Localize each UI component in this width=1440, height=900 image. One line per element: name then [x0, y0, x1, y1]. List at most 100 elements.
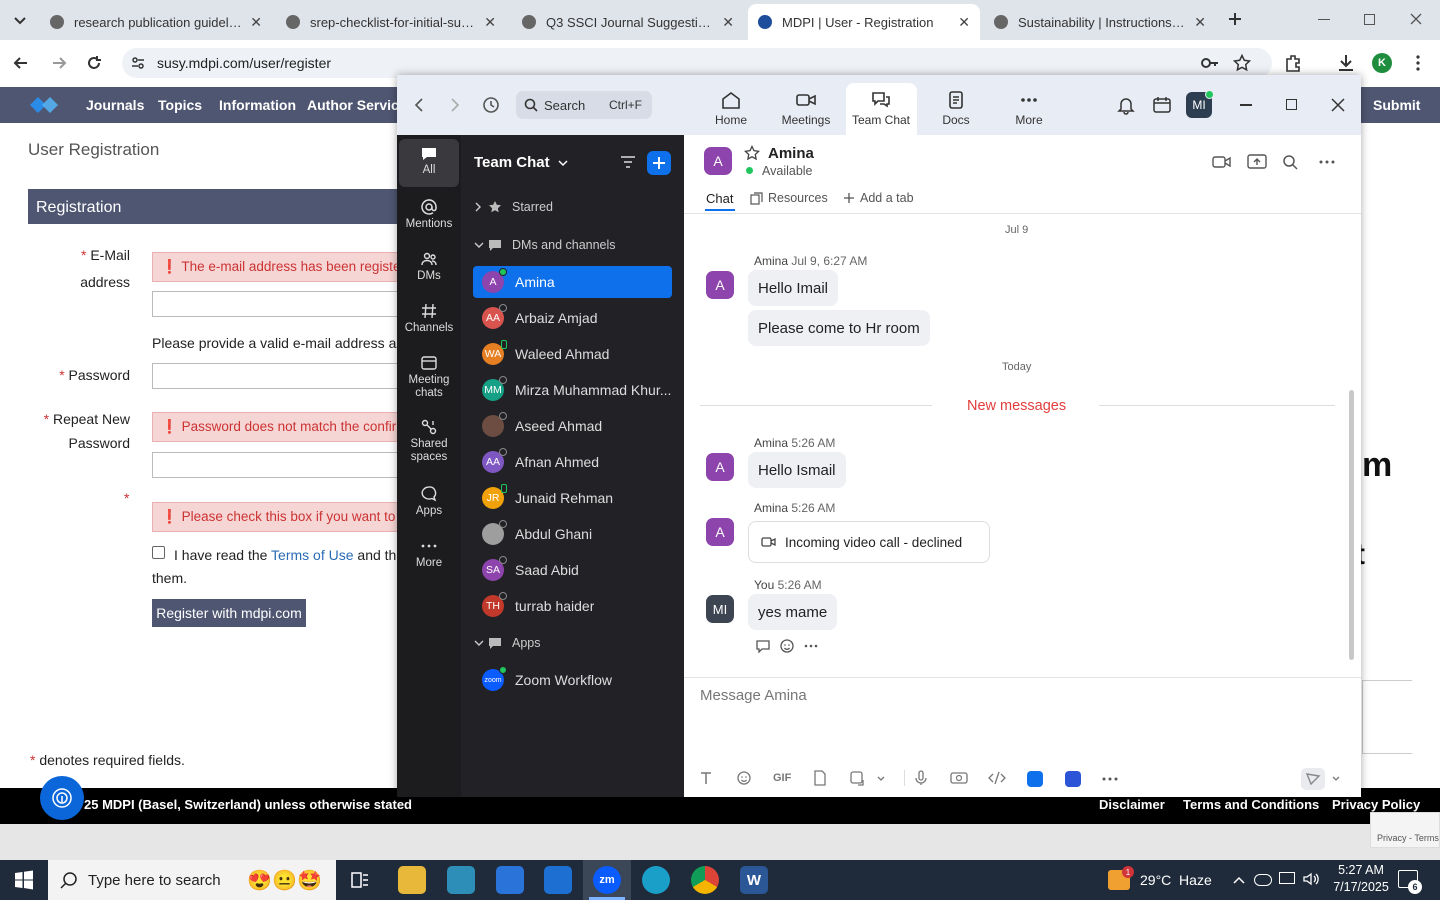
message-bubble[interactable]: Please come to Hr room — [748, 310, 930, 346]
clock-time[interactable]: 5:27 AM — [1328, 863, 1394, 877]
message-more-icon[interactable] — [804, 643, 818, 649]
topnav-meetings[interactable]: Meetings — [771, 90, 841, 127]
message-avatar[interactable]: A — [706, 271, 734, 299]
nav-information[interactable]: Information — [219, 97, 296, 113]
password-key-icon[interactable] — [1200, 55, 1220, 71]
footer-privacy[interactable]: Privacy Policy — [1332, 797, 1420, 812]
message-bubble[interactable]: Hello Ismail — [748, 452, 846, 488]
rail-meeting-chats[interactable]: Meeting chats — [399, 354, 459, 400]
url-field[interactable]: susy.mdpi.com/user/register — [122, 48, 1272, 78]
calendar-icon[interactable] — [1152, 95, 1172, 115]
topnav-docs[interactable]: Docs — [921, 90, 991, 127]
windows-start-icon[interactable] — [14, 870, 34, 890]
profile-avatar[interactable]: K — [1372, 53, 1392, 73]
rail-apps[interactable]: Apps — [399, 485, 459, 517]
contact-item[interactable]: Abdul Ghani — [473, 518, 672, 550]
contact-item[interactable]: SA Saad Abid — [473, 554, 672, 586]
message-bubble[interactable]: yes mame — [748, 594, 838, 630]
tab-close-icon[interactable]: ✕ — [722, 14, 734, 31]
nav-submit[interactable]: Submit — [1373, 97, 1420, 113]
gif-icon[interactable]: GIF — [773, 772, 791, 784]
video-call-icon[interactable] — [1212, 154, 1232, 170]
microphone-icon[interactable] — [913, 770, 929, 786]
extensions-icon[interactable] — [1283, 53, 1303, 73]
reload-icon[interactable] — [85, 54, 103, 72]
register-button[interactable]: Register with mdpi.com — [152, 599, 306, 627]
zoom-forward-icon[interactable] — [448, 97, 462, 113]
task-view-icon[interactable] — [350, 870, 370, 890]
chevron-down-icon[interactable] — [876, 770, 886, 786]
contact-item[interactable]: MM Mirza Muhammad Khur... — [473, 374, 672, 406]
tab-resources[interactable]: Resources — [750, 191, 828, 205]
zoom-maximize-icon[interactable] — [1286, 99, 1297, 110]
tab-close-icon[interactable]: ✕ — [250, 14, 262, 31]
team-chat-title[interactable]: Team Chat — [474, 154, 568, 171]
chrome-icon[interactable] — [691, 866, 719, 894]
zoom-search-box[interactable]: Search Ctrl+F — [516, 91, 652, 119]
store-icon[interactable] — [496, 866, 524, 894]
tab-chat[interactable]: Chat — [706, 191, 733, 206]
tab-close-icon[interactable]: ✕ — [958, 14, 970, 31]
send-button[interactable] — [1301, 768, 1325, 790]
code-snippet-icon[interactable] — [988, 770, 1006, 786]
show-hidden-icons-chevron-icon[interactable] — [1232, 875, 1246, 885]
email-input[interactable] — [152, 291, 402, 317]
cloud-icon[interactable] — [1254, 874, 1272, 886]
send-options-chevron-icon[interactable] — [1331, 770, 1341, 786]
mail-icon[interactable] — [544, 866, 572, 894]
browser-tab[interactable]: MDPI | User - Registration ✕ — [748, 4, 980, 40]
apps-section[interactable]: Apps — [474, 636, 541, 650]
repeat-password-input[interactable] — [152, 452, 402, 478]
terms-of-use-link[interactable]: Terms of Use — [271, 547, 353, 563]
minimize-icon[interactable] — [1318, 19, 1330, 20]
browser-tab[interactable]: Q3 SSCI Journal Suggestions ✕ — [512, 4, 744, 40]
zoom-back-icon[interactable] — [412, 97, 426, 113]
terms-checkbox[interactable] — [152, 546, 165, 559]
footer-terms[interactable]: Terms and Conditions — [1183, 797, 1319, 812]
mdpi-logo[interactable] — [26, 93, 64, 117]
call-declined-card[interactable]: Incoming video call - declined — [748, 521, 990, 563]
filter-icon[interactable] — [620, 155, 636, 169]
file-explorer-icon[interactable] — [398, 866, 426, 894]
add-reaction-icon[interactable] — [779, 638, 795, 654]
screenshot-icon[interactable] — [849, 770, 865, 786]
rail-more[interactable]: More — [399, 537, 459, 569]
bookmark-star-icon[interactable] — [1233, 54, 1251, 72]
share-screen-icon[interactable] — [1247, 153, 1267, 171]
contact-item[interactable]: AA Afnan Ahmed — [473, 446, 672, 478]
back-icon[interactable] — [12, 54, 30, 72]
reply-icon[interactable] — [755, 639, 771, 653]
composer-more-icon[interactable] — [1102, 776, 1118, 782]
contact-item[interactable]: TH turrab haider — [473, 590, 672, 622]
new-chat-button[interactable] — [647, 151, 671, 175]
contact-item[interactable]: A Amina — [473, 266, 672, 298]
chat-scrollbar[interactable] — [1349, 390, 1354, 660]
message-avatar[interactable]: A — [706, 518, 734, 546]
history-icon[interactable] — [481, 95, 501, 115]
chat-avatar[interactable]: A — [704, 147, 732, 175]
topnav-home[interactable]: Home — [696, 90, 766, 127]
forward-icon[interactable] — [50, 54, 68, 72]
taskbar-search[interactable]: Type here to search 😍😐🤩 — [48, 860, 336, 900]
message-avatar[interactable]: A — [706, 453, 734, 481]
edge-icon[interactable] — [642, 866, 670, 894]
contact-item[interactable]: AA Arbaiz Amjad — [473, 302, 672, 334]
tab-close-icon[interactable]: ✕ — [484, 14, 496, 31]
site-info-icon[interactable] — [130, 55, 146, 71]
volume-icon[interactable] — [1302, 871, 1320, 887]
app-integration-icon[interactable] — [1027, 771, 1043, 787]
browser-tab[interactable]: research publication guidelines ✕ — [40, 4, 272, 40]
app-integration-icon[interactable] — [1065, 771, 1081, 787]
nav-journals[interactable]: Journals — [86, 97, 144, 113]
new-tab-icon[interactable] — [1226, 10, 1244, 28]
notifications-bell-icon[interactable] — [1116, 95, 1136, 115]
text-format-icon[interactable] — [698, 770, 714, 786]
rail-channels[interactable]: Channels — [399, 302, 459, 334]
footer-disclaimer[interactable]: Disclaimer — [1099, 797, 1165, 812]
rail-all[interactable]: All — [399, 146, 459, 176]
favorite-star-icon[interactable] — [744, 145, 760, 161]
app-icon[interactable] — [447, 866, 475, 894]
chat-more-icon[interactable] — [1318, 159, 1336, 165]
clock-date[interactable]: 7/17/2025 — [1328, 880, 1394, 894]
zoom-close-icon[interactable] — [1331, 98, 1345, 112]
